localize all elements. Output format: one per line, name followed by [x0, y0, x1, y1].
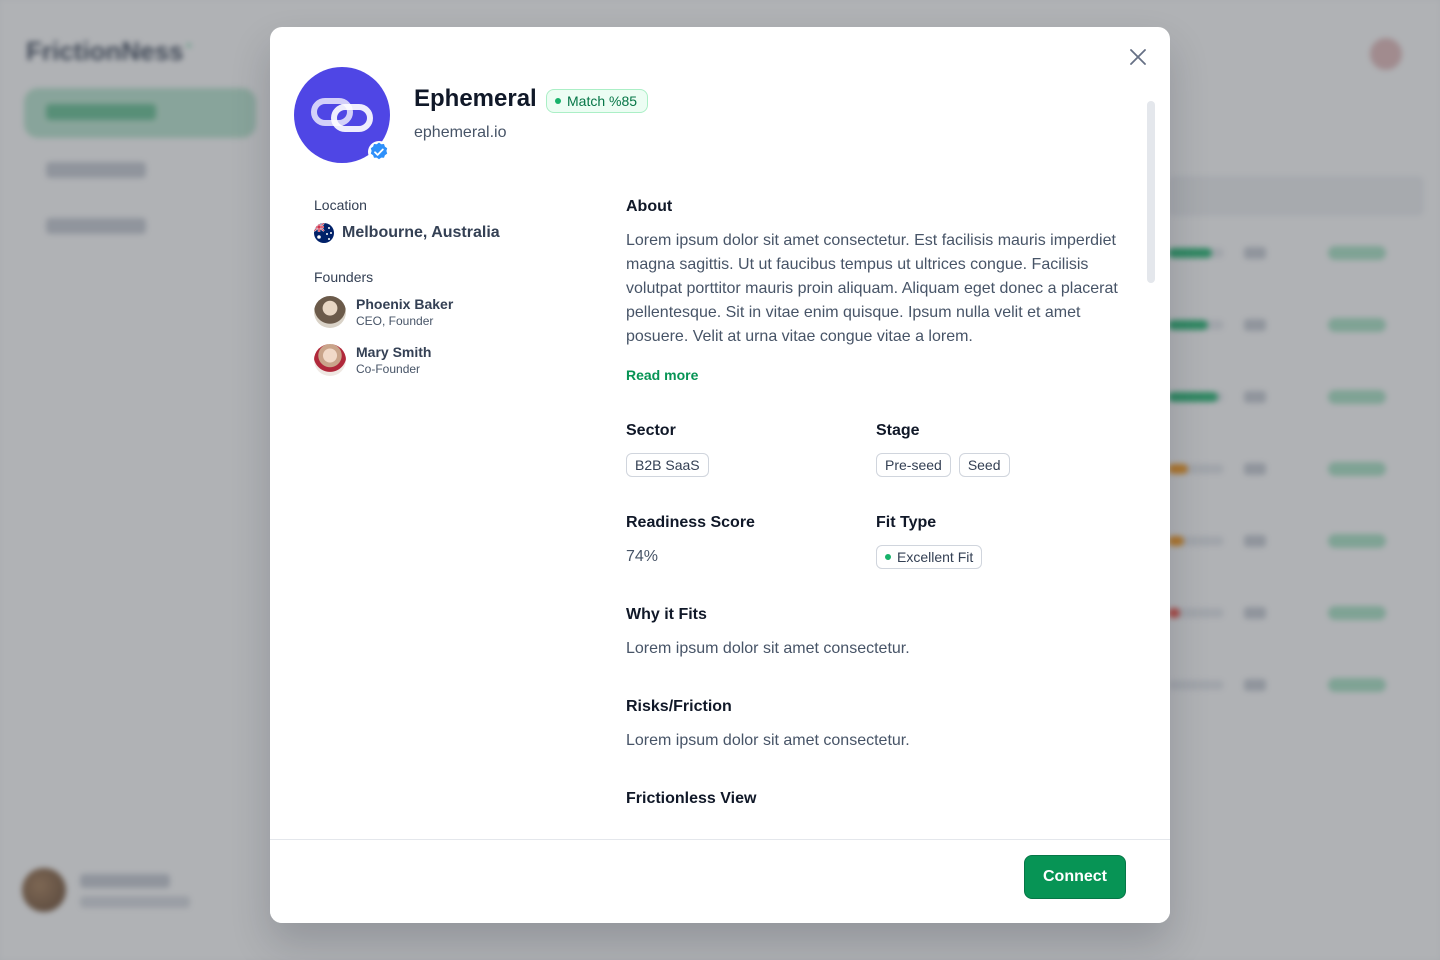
company-logo [294, 67, 390, 163]
frictionless-view-title: Frictionless View [626, 790, 757, 807]
founder-name: Mary Smith [356, 344, 432, 360]
founders-label: Founders [314, 269, 374, 285]
verified-badge-icon [368, 141, 390, 163]
fit-type-badge: Excellent Fit [876, 545, 983, 569]
connect-button[interactable]: Connect [1024, 855, 1126, 899]
sector-stage-row: Sector B2B SaaS Stage Pre-seed Seed [626, 421, 1126, 477]
location-label: Location [314, 197, 367, 213]
sector-title: Sector [626, 422, 676, 439]
risks-title: Risks/Friction [626, 698, 732, 715]
company-details: About Lorem ipsum dolor sit amet consect… [626, 197, 1126, 807]
read-more-link[interactable]: Read more [626, 367, 698, 383]
match-badge: Match %85 [546, 89, 649, 113]
avatar [314, 296, 346, 328]
modal-footer: Connect [270, 839, 1170, 923]
founder-role: CEO, Founder [356, 314, 434, 328]
fit-type-title: Fit Type [876, 514, 937, 531]
modal-content: Ephemeral Match %85 ephemeral.io Locatio… [270, 27, 1170, 807]
company-detail-modal: Ephemeral Match %85 ephemeral.io Locatio… [270, 27, 1170, 923]
readiness-score: 74% [626, 548, 659, 565]
founder-name: Phoenix Baker [356, 296, 454, 312]
founder-role: Co-Founder [356, 362, 421, 376]
why-fits-text: Lorem ipsum dolor sit amet consectetur. [626, 640, 910, 657]
status-dot-icon [555, 98, 561, 104]
stage-tag: Seed [958, 453, 1010, 477]
status-dot-icon [885, 554, 891, 560]
location-value: Melbourne, Australia [314, 223, 574, 243]
founder-item[interactable]: Phoenix Baker CEO, Founder [314, 295, 574, 329]
stage-tag: Pre-seed [876, 453, 951, 477]
australia-flag-icon [314, 223, 334, 243]
company-url[interactable]: ephemeral.io [414, 124, 507, 142]
why-fits-title: Why it Fits [626, 606, 707, 623]
risks-text: Lorem ipsum dolor sit amet consectetur. [626, 732, 910, 749]
readiness-fit-row: Readiness Score 74% Fit Type Excellent F… [626, 513, 1126, 569]
founder-item[interactable]: Mary Smith Co-Founder [314, 343, 574, 377]
sector-tag: B2B SaaS [626, 453, 709, 477]
company-name: Ephemeral [414, 85, 537, 112]
avatar [314, 344, 346, 376]
about-text: Lorem ipsum dolor sit amet consectetur. … [626, 232, 1118, 345]
company-meta: Location Melbourne, Australia Founders P… [314, 197, 574, 377]
modal-scrollbar[interactable] [1147, 101, 1155, 283]
about-title: About [626, 198, 673, 215]
link-chain-icon [311, 98, 373, 132]
stage-title: Stage [876, 422, 920, 439]
readiness-title: Readiness Score [626, 514, 755, 531]
